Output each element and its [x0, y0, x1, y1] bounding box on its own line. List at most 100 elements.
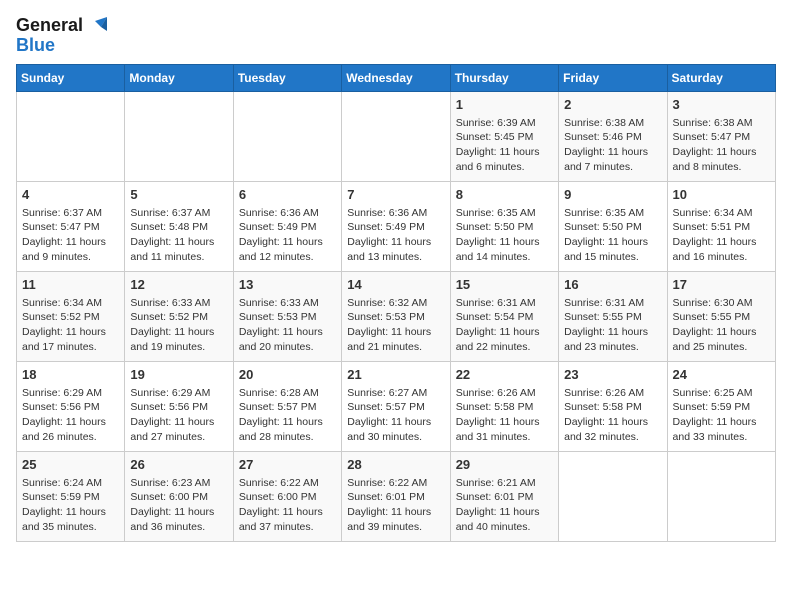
day-number: 23 [564, 366, 661, 384]
sunrise-text: Sunrise: 6:24 AM [22, 477, 102, 489]
day-number: 24 [673, 366, 770, 384]
daylight-text: Daylight: 11 hours and 36 minutes. [130, 506, 214, 533]
daylight-text: Daylight: 11 hours and 23 minutes. [564, 326, 648, 353]
sunset-text: Sunset: 5:49 PM [239, 221, 317, 233]
daylight-text: Daylight: 11 hours and 25 minutes. [673, 326, 757, 353]
daylight-text: Daylight: 11 hours and 13 minutes. [347, 236, 431, 263]
day-number: 19 [130, 366, 227, 384]
day-number: 2 [564, 96, 661, 114]
day-number: 10 [673, 186, 770, 204]
cell-w3-d2: 12 Sunrise: 6:33 AM Sunset: 5:52 PM Dayl… [125, 271, 233, 361]
week-row-3: 11 Sunrise: 6:34 AM Sunset: 5:52 PM Dayl… [17, 271, 776, 361]
cell-w4-d7: 24 Sunrise: 6:25 AM Sunset: 5:59 PM Dayl… [667, 361, 775, 451]
day-number: 1 [456, 96, 553, 114]
sunrise-text: Sunrise: 6:35 AM [564, 207, 644, 219]
cell-w5-d4: 28 Sunrise: 6:22 AM Sunset: 6:01 PM Dayl… [342, 451, 450, 541]
sunset-text: Sunset: 5:47 PM [673, 131, 751, 143]
sunset-text: Sunset: 5:52 PM [130, 311, 208, 323]
cell-w1-d1 [17, 91, 125, 181]
header: General Blue [16, 16, 776, 56]
daylight-text: Daylight: 11 hours and 9 minutes. [22, 236, 106, 263]
cell-w4-d2: 19 Sunrise: 6:29 AM Sunset: 5:56 PM Dayl… [125, 361, 233, 451]
sunset-text: Sunset: 5:52 PM [22, 311, 100, 323]
sunset-text: Sunset: 5:59 PM [673, 401, 751, 413]
day-number: 21 [347, 366, 444, 384]
cell-w5-d1: 25 Sunrise: 6:24 AM Sunset: 5:59 PM Dayl… [17, 451, 125, 541]
cell-w2-d2: 5 Sunrise: 6:37 AM Sunset: 5:48 PM Dayli… [125, 181, 233, 271]
daylight-text: Daylight: 11 hours and 12 minutes. [239, 236, 323, 263]
daylight-text: Daylight: 11 hours and 33 minutes. [673, 416, 757, 443]
header-friday: Friday [559, 64, 667, 91]
sunset-text: Sunset: 6:01 PM [456, 491, 534, 503]
cell-w2-d6: 9 Sunrise: 6:35 AM Sunset: 5:50 PM Dayli… [559, 181, 667, 271]
sunset-text: Sunset: 5:49 PM [347, 221, 425, 233]
daylight-text: Daylight: 11 hours and 7 minutes. [564, 146, 648, 173]
sunrise-text: Sunrise: 6:31 AM [456, 297, 536, 309]
logo-line1: General [16, 16, 83, 36]
logo-bird-icon [85, 17, 107, 35]
day-number: 13 [239, 276, 336, 294]
logo-line2: Blue [16, 36, 55, 56]
sunrise-text: Sunrise: 6:27 AM [347, 387, 427, 399]
cell-w4-d1: 18 Sunrise: 6:29 AM Sunset: 5:56 PM Dayl… [17, 361, 125, 451]
sunrise-text: Sunrise: 6:28 AM [239, 387, 319, 399]
sunrise-text: Sunrise: 6:37 AM [130, 207, 210, 219]
day-number: 7 [347, 186, 444, 204]
header-sunday: Sunday [17, 64, 125, 91]
daylight-text: Daylight: 11 hours and 40 minutes. [456, 506, 540, 533]
header-wednesday: Wednesday [342, 64, 450, 91]
sunset-text: Sunset: 5:51 PM [673, 221, 751, 233]
cell-w3-d7: 17 Sunrise: 6:30 AM Sunset: 5:55 PM Dayl… [667, 271, 775, 361]
cell-w5-d2: 26 Sunrise: 6:23 AM Sunset: 6:00 PM Dayl… [125, 451, 233, 541]
day-number: 4 [22, 186, 119, 204]
sunset-text: Sunset: 5:58 PM [456, 401, 534, 413]
day-number: 25 [22, 456, 119, 474]
daylight-text: Daylight: 11 hours and 17 minutes. [22, 326, 106, 353]
sunset-text: Sunset: 6:00 PM [239, 491, 317, 503]
cell-w1-d5: 1 Sunrise: 6:39 AM Sunset: 5:45 PM Dayli… [450, 91, 558, 181]
sunrise-text: Sunrise: 6:34 AM [22, 297, 102, 309]
sunset-text: Sunset: 5:47 PM [22, 221, 100, 233]
cell-w2-d4: 7 Sunrise: 6:36 AM Sunset: 5:49 PM Dayli… [342, 181, 450, 271]
day-number: 22 [456, 366, 553, 384]
day-number: 14 [347, 276, 444, 294]
day-number: 26 [130, 456, 227, 474]
daylight-text: Daylight: 11 hours and 32 minutes. [564, 416, 648, 443]
cell-w5-d6 [559, 451, 667, 541]
sunrise-text: Sunrise: 6:35 AM [456, 207, 536, 219]
sunset-text: Sunset: 5:54 PM [456, 311, 534, 323]
daylight-text: Daylight: 11 hours and 21 minutes. [347, 326, 431, 353]
cell-w4-d6: 23 Sunrise: 6:26 AM Sunset: 5:58 PM Dayl… [559, 361, 667, 451]
day-number: 3 [673, 96, 770, 114]
week-row-5: 25 Sunrise: 6:24 AM Sunset: 5:59 PM Dayl… [17, 451, 776, 541]
daylight-text: Daylight: 11 hours and 14 minutes. [456, 236, 540, 263]
sunrise-text: Sunrise: 6:34 AM [673, 207, 753, 219]
daylight-text: Daylight: 11 hours and 20 minutes. [239, 326, 323, 353]
sunset-text: Sunset: 5:57 PM [347, 401, 425, 413]
cell-w1-d2 [125, 91, 233, 181]
sunset-text: Sunset: 5:45 PM [456, 131, 534, 143]
daylight-text: Daylight: 11 hours and 39 minutes. [347, 506, 431, 533]
cell-w3-d5: 15 Sunrise: 6:31 AM Sunset: 5:54 PM Dayl… [450, 271, 558, 361]
cell-w2-d5: 8 Sunrise: 6:35 AM Sunset: 5:50 PM Dayli… [450, 181, 558, 271]
header-row: SundayMondayTuesdayWednesdayThursdayFrid… [17, 64, 776, 91]
daylight-text: Daylight: 11 hours and 31 minutes. [456, 416, 540, 443]
week-row-1: 1 Sunrise: 6:39 AM Sunset: 5:45 PM Dayli… [17, 91, 776, 181]
logo: General Blue [16, 16, 107, 56]
sunrise-text: Sunrise: 6:29 AM [130, 387, 210, 399]
cell-w4-d4: 21 Sunrise: 6:27 AM Sunset: 5:57 PM Dayl… [342, 361, 450, 451]
daylight-text: Daylight: 11 hours and 6 minutes. [456, 146, 540, 173]
sunrise-text: Sunrise: 6:37 AM [22, 207, 102, 219]
sunrise-text: Sunrise: 6:36 AM [347, 207, 427, 219]
sunset-text: Sunset: 5:53 PM [347, 311, 425, 323]
sunset-text: Sunset: 5:56 PM [22, 401, 100, 413]
sunset-text: Sunset: 5:59 PM [22, 491, 100, 503]
sunrise-text: Sunrise: 6:38 AM [673, 117, 753, 129]
day-number: 9 [564, 186, 661, 204]
daylight-text: Daylight: 11 hours and 27 minutes. [130, 416, 214, 443]
sunrise-text: Sunrise: 6:33 AM [130, 297, 210, 309]
day-number: 16 [564, 276, 661, 294]
calendar-table: SundayMondayTuesdayWednesdayThursdayFrid… [16, 64, 776, 542]
header-saturday: Saturday [667, 64, 775, 91]
cell-w3-d4: 14 Sunrise: 6:32 AM Sunset: 5:53 PM Dayl… [342, 271, 450, 361]
